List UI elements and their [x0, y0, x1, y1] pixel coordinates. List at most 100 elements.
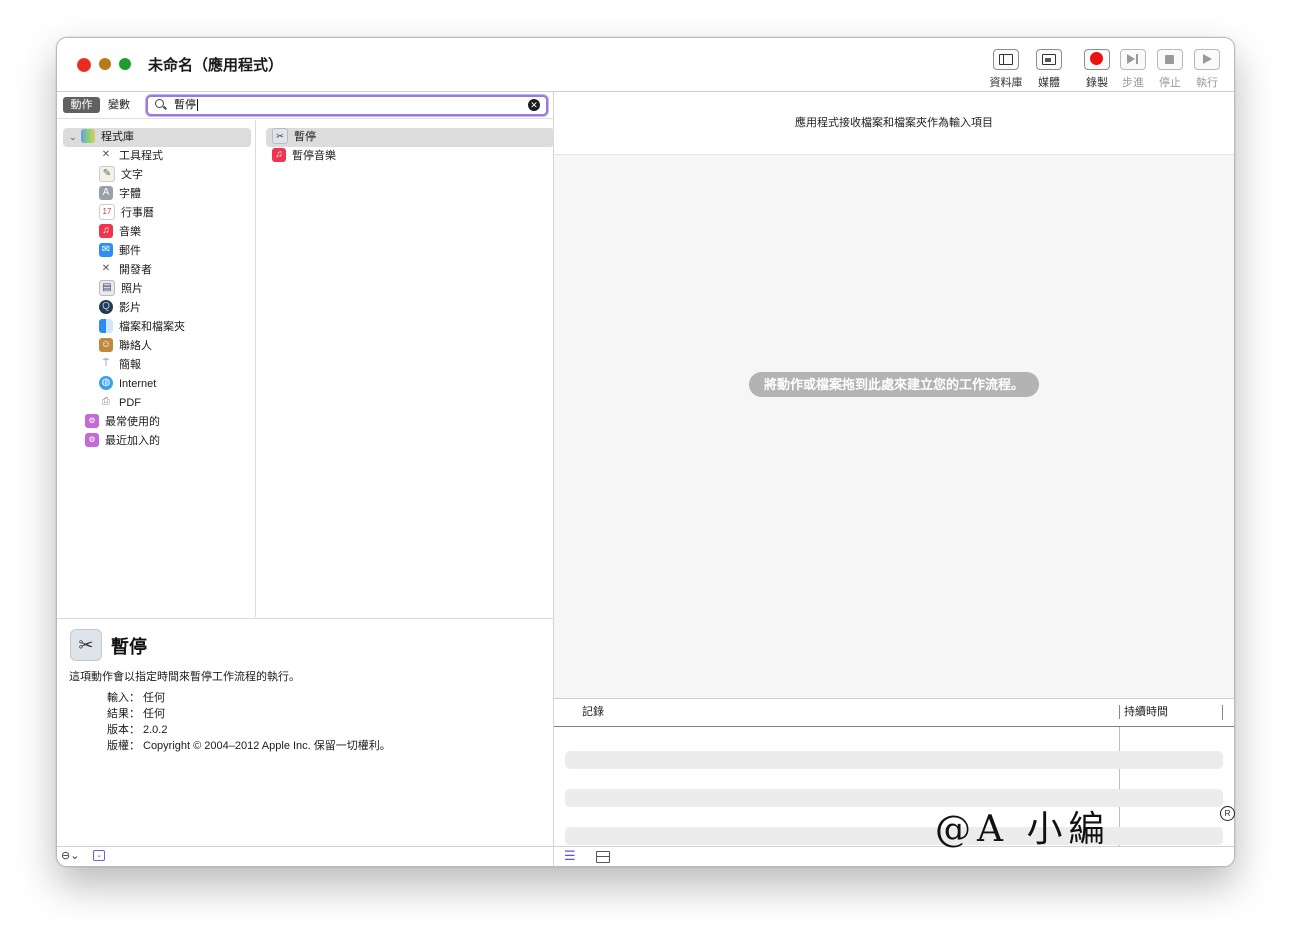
tree-item-internet[interactable]: ◍ Internet	[99, 375, 156, 394]
stop-icon	[1157, 49, 1183, 70]
divider	[57, 118, 553, 119]
close-button[interactable]	[77, 58, 91, 72]
stop-button[interactable]: 停止	[1150, 49, 1190, 90]
tree-item-label: 聯絡人	[119, 340, 152, 352]
left-bottom-bar: ⊖⌄ ⌄	[57, 846, 553, 866]
duration-column-header[interactable]: 持續時間	[1119, 705, 1168, 719]
smart-group-recently-added[interactable]: ⚙ 最近加入的	[85, 432, 160, 451]
play-icon	[1194, 49, 1220, 70]
workflow-pane: 應用程式接收檔案和檔案夾作為輸入項目 將動作或檔案拖到此處來建立您的工作流程。 …	[554, 92, 1234, 866]
photos-icon: ▤	[99, 280, 115, 297]
search-input[interactable]: 暫停	[174, 99, 196, 111]
smart-group-label: 最近加入的	[105, 435, 160, 447]
action-item-pause[interactable]: ✂ 暫停	[266, 128, 554, 147]
contacts-icon: ☺	[99, 338, 113, 353]
tree-item-presentation[interactable]: ⍑ 簡報	[99, 356, 141, 375]
result-row: 結果： 任何	[107, 708, 165, 720]
search-icon	[155, 99, 164, 108]
step-button[interactable]: 步進	[1113, 49, 1153, 90]
zoom-button[interactable]	[119, 58, 131, 70]
music-icon: ♫	[99, 224, 113, 239]
options-menu-icon[interactable]: ⊖⌄	[61, 849, 79, 862]
tree-item-fonts[interactable]: A 字體	[99, 185, 141, 204]
tree-item-mail[interactable]: ✉ 郵件	[99, 242, 141, 261]
tree-item-contacts[interactable]: ☺ 聯絡人	[99, 337, 152, 356]
log-column-header[interactable]: 記錄	[582, 699, 604, 726]
step-icon	[1120, 49, 1146, 70]
library-tree: ⌄ 程式庫 ✕ 工具程式 ✎ 文字 A 字體 17 行事曆 ♫ 音樂 ✉ 郵件 ✕ 開發者 ▤ 照…	[57, 120, 256, 617]
smart-group-most-used[interactable]: ⚙ 最常使用的	[85, 413, 160, 432]
automator-window: 未命名（應用程式） 資料庫 媒體 錄製 步進 停止 執行 動作 變數 暫停 ✕ …	[56, 37, 1235, 867]
tree-item-pdf[interactable]: ⎙ PDF	[99, 394, 141, 413]
tab-variables[interactable]: 變數	[108, 97, 130, 113]
tree-item-developer[interactable]: ✕ 開發者	[99, 261, 152, 280]
fonts-icon: A	[99, 186, 113, 201]
tree-item-text[interactable]: ✎ 文字	[99, 166, 143, 185]
tree-item-files-folders[interactable]: 檔案和檔案夾	[99, 318, 185, 337]
workflow-input-info: 應用程式接收檔案和檔案夾作為輸入項目	[554, 92, 1234, 155]
list-view-icon[interactable]: ☰	[564, 848, 576, 864]
flow-view-icon[interactable]	[596, 851, 610, 863]
pause-action-icon: ✂	[272, 128, 288, 145]
library-pane: 動作 變數 暫停 ✕ ⌄ 程式庫 ✕ 工具程式 ✎ 文字 A 字體 17 行事曆 ♫ 音樂 …	[57, 92, 554, 866]
mail-icon: ✉	[99, 243, 113, 258]
finder-icon	[99, 319, 113, 334]
tree-item-label: 行事曆	[121, 207, 154, 219]
log-panel: 記錄 持續時間	[554, 698, 1234, 847]
music-icon: ♫	[272, 148, 286, 163]
tree-item-label: 字體	[119, 188, 141, 200]
library-books-icon	[81, 129, 95, 144]
action-label: 暫停音樂	[292, 150, 336, 162]
tree-root-library[interactable]: ⌄ 程式庫	[63, 128, 251, 147]
description-title: 暫停	[111, 637, 147, 657]
tree-item-label: 音樂	[119, 226, 141, 238]
tree-item-utilities[interactable]: ✕ 工具程式	[99, 147, 163, 166]
smart-folder-icon: ⚙	[85, 414, 99, 429]
tree-item-label: 檔案和檔案夾	[119, 321, 185, 333]
tree-item-photos[interactable]: ▤ 照片	[99, 280, 143, 299]
pause-action-icon: ✂	[70, 629, 102, 661]
tree-item-music[interactable]: ♫ 音樂	[99, 223, 141, 242]
record-icon	[1084, 49, 1110, 70]
tree-item-label: 工具程式	[119, 150, 163, 162]
record-label: 錄製	[1086, 77, 1108, 89]
tools-icon: ✕	[101, 149, 111, 161]
text-caret	[197, 99, 198, 112]
smart-group-label: 最常使用的	[105, 416, 160, 428]
description-text: 這項動作會以指定時間來暫停工作流程的執行。	[69, 671, 300, 683]
watermark: @A 小編	[935, 809, 1111, 850]
description-toggle-icon[interactable]: ⌄	[93, 850, 105, 861]
right-bottom-bar: ☰	[554, 846, 1234, 866]
library-icon	[993, 49, 1019, 70]
disclosure-chevron-icon[interactable]: ⌄	[69, 128, 79, 147]
media-icon	[1036, 49, 1062, 70]
tree-root-label: 程式庫	[101, 131, 134, 143]
traffic-lights	[77, 58, 131, 72]
library-button[interactable]: 資料庫	[986, 49, 1026, 90]
tab-actions[interactable]: 動作	[63, 97, 100, 113]
action-label: 暫停	[294, 131, 316, 143]
tree-item-label: 開發者	[119, 264, 152, 276]
tree-item-label: 影片	[119, 302, 141, 314]
tree-item-movies[interactable]: Q 影片	[99, 299, 141, 318]
clear-search-icon[interactable]: ✕	[528, 99, 540, 111]
tree-item-label: 文字	[121, 169, 143, 181]
action-item-pause-music[interactable]: ♫ 暫停音樂	[272, 147, 336, 166]
step-label: 步進	[1122, 77, 1144, 89]
minimize-button[interactable]	[99, 58, 111, 70]
version-row: 版本： 2.0.2	[107, 724, 168, 736]
media-label: 媒體	[1038, 77, 1060, 89]
tree-item-calendar[interactable]: 17 行事曆	[99, 204, 154, 223]
developer-icon: ✕	[101, 263, 111, 275]
media-button[interactable]: 媒體	[1029, 49, 1069, 90]
globe-icon: ◍	[99, 376, 113, 391]
search-field[interactable]: 暫停 ✕	[146, 95, 548, 116]
calendar-icon: 17	[99, 204, 115, 221]
smart-folder-icon: ⚙	[85, 433, 99, 448]
run-button[interactable]: 執行	[1187, 49, 1227, 90]
log-header: 記錄 持續時間	[554, 699, 1234, 727]
tree-item-label: 郵件	[119, 245, 141, 257]
window-title: 未命名（應用程式）	[148, 57, 284, 74]
record-button[interactable]: 錄製	[1077, 49, 1117, 90]
movies-icon: Q	[99, 300, 113, 315]
